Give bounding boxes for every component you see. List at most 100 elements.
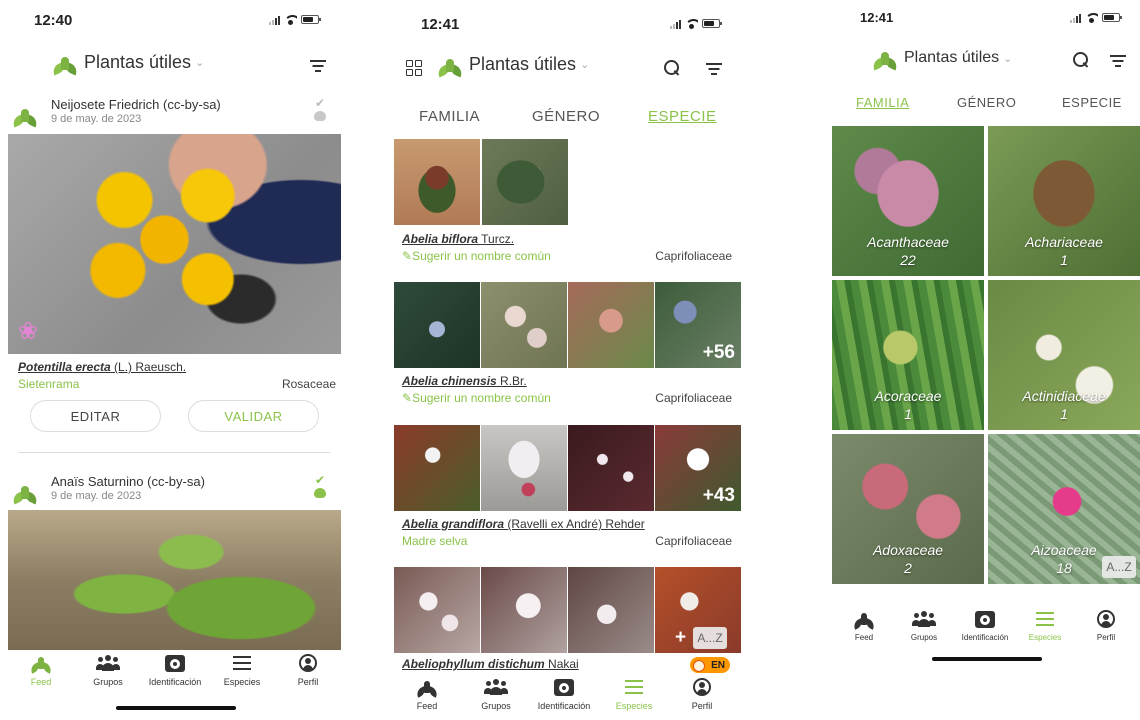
family-tile[interactable]: Acoraceae 1 <box>832 280 984 430</box>
family-count: 1 <box>904 406 912 422</box>
nav-species[interactable]: Especies <box>1010 608 1080 642</box>
nav-label: Perfil <box>691 701 713 711</box>
app-title: Plantas útiles <box>84 52 192 72</box>
species-family: Caprifoliaceae <box>655 249 732 263</box>
validate-button[interactable]: VALIDAR <box>188 400 319 432</box>
tab-familia[interactable]: FAMILIA <box>419 108 480 125</box>
suggest-common-name-link[interactable]: ✎Sugerir un nombre común <box>402 249 551 263</box>
species-thumbnail[interactable] <box>394 425 480 511</box>
nav-groups[interactable]: Grupos <box>73 652 143 687</box>
nav-profile[interactable]: Perfil <box>1071 608 1140 642</box>
species-thumbnail[interactable] <box>568 282 654 368</box>
tab-genero[interactable]: GÉNERO <box>532 108 600 125</box>
nav-groups[interactable]: Grupos <box>461 676 531 711</box>
search-icon[interactable] <box>664 60 680 76</box>
home-indicator <box>116 706 236 710</box>
family-tile[interactable]: Aizoaceae 18 A...Z <box>988 434 1140 584</box>
species-thumbnail[interactable] <box>394 139 480 225</box>
nav-profile[interactable]: Perfil <box>273 652 343 687</box>
nav-species[interactable]: Especies <box>599 676 669 711</box>
nav-identification[interactable]: Identificación <box>529 676 599 711</box>
species-thumbnail[interactable] <box>394 567 480 653</box>
post-author[interactable]: Anaïs Saturnino (cc-by-sa) <box>51 474 205 489</box>
app-title-dropdown[interactable]: Plantas útiles ⌄ <box>435 54 590 78</box>
status-time: 12:41 <box>860 10 894 25</box>
species-thumbnail[interactable] <box>481 567 567 653</box>
post-scientific-name[interactable]: Potentilla erecta (L.) Raeusch. <box>18 360 186 374</box>
post-author[interactable]: Neijosete Friedrich (cc-by-sa) <box>51 97 221 112</box>
species-thumbnail[interactable] <box>481 425 567 511</box>
species-thumbnail[interactable] <box>568 425 654 511</box>
edit-button[interactable]: EDITAR <box>30 400 161 432</box>
battery-icon <box>1102 13 1122 22</box>
app-title: Plantas útiles <box>904 49 1000 66</box>
filter-icon[interactable] <box>1110 55 1126 67</box>
bottom-nav: Feed Grupos Identificación Especies Perf… <box>826 608 1140 654</box>
wifi-icon <box>1085 12 1098 23</box>
family-tile[interactable]: Achariaceae 1 <box>988 126 1140 276</box>
nav-profile[interactable]: Perfil <box>667 676 737 711</box>
families-screen: 12:41 Plantas útiles ⌄ FAMILIA GÉNERO ES… <box>826 0 1140 720</box>
profile-icon <box>693 678 711 696</box>
nav-species[interactable]: Especies <box>207 652 277 687</box>
alphabet-index-button[interactable]: A...Z <box>1102 556 1136 578</box>
nav-label: Perfil <box>1096 633 1116 642</box>
groups-icon <box>484 679 508 695</box>
more-photos-count: + <box>675 627 687 648</box>
search-icon[interactable] <box>1073 52 1089 68</box>
feed-icon <box>28 654 54 674</box>
species-name[interactable]: Abeliophyllum distichum Nakai <box>402 657 579 671</box>
grid-view-icon[interactable] <box>406 60 422 76</box>
filter-icon[interactable] <box>706 63 722 75</box>
species-name[interactable]: Abelia grandiflora (Ravelli ex André) Re… <box>402 517 645 531</box>
camera-icon <box>165 654 185 672</box>
camera-icon <box>975 610 995 628</box>
wifi-icon <box>284 14 297 25</box>
species-thumbnail[interactable]: +43 <box>655 425 741 511</box>
tab-especie[interactable]: ESPECIE <box>1062 95 1122 110</box>
app-bar: Plantas útiles ⌄ <box>826 48 1140 78</box>
battery-icon <box>702 19 722 28</box>
suggest-common-name-link[interactable]: ✎Sugerir un nombre común <box>402 391 551 405</box>
bottom-nav: Feed Grupos Identificación Especies Perf… <box>0 652 350 698</box>
species-name[interactable]: Abelia biflora Turcz. <box>402 232 514 246</box>
family-name: Acoraceae <box>874 388 942 404</box>
post-photo[interactable] <box>8 510 341 650</box>
species-thumbnail[interactable]: +56 <box>655 282 741 368</box>
post-common-name: Sietenrama <box>18 377 80 391</box>
app-title-dropdown[interactable]: Plantas útiles ⌄ <box>870 48 1012 71</box>
nav-label: Especies <box>615 701 653 711</box>
chevron-down-icon: ⌄ <box>580 59 590 71</box>
family-tile[interactable]: Adoxaceae 2 <box>832 434 984 584</box>
post-divider <box>18 452 330 453</box>
status-icons <box>1070 12 1122 23</box>
species-thumbnail[interactable] <box>394 282 480 368</box>
alphabet-index-button[interactable]: A...Z <box>693 627 727 649</box>
species-name[interactable]: Abelia chinensis R.Br. <box>402 374 527 388</box>
app-title-dropdown[interactable]: Plantas útiles ⌄ <box>50 52 204 76</box>
tab-familia[interactable]: FAMILIA <box>856 95 909 110</box>
nav-identification[interactable]: Identificación <box>140 652 210 687</box>
home-indicator <box>932 657 1042 661</box>
tab-genero[interactable]: GÉNERO <box>957 95 1016 110</box>
nav-label: Especies <box>223 677 261 687</box>
family-tile[interactable]: Acanthaceae 22 <box>832 126 984 276</box>
family-name: Adoxaceae <box>872 542 944 558</box>
post-header: Anaïs Saturnino (cc-by-sa) 9 de may. de … <box>0 474 350 510</box>
nav-feed[interactable]: Feed <box>392 676 462 711</box>
groups-icon <box>96 655 120 671</box>
species-thumbnail[interactable] <box>481 282 567 368</box>
nav-groups[interactable]: Grupos <box>889 608 959 642</box>
status-bar: 12:41 <box>385 10 750 34</box>
filter-icon[interactable] <box>310 60 326 72</box>
post-photo[interactable]: ❀ <box>8 134 341 354</box>
nav-feed[interactable]: Feed <box>6 652 76 687</box>
nav-label: Especies <box>1028 633 1062 642</box>
leaf-logo-icon <box>870 48 900 71</box>
species-thumbnail[interactable] <box>568 567 654 653</box>
species-thumbnail[interactable] <box>482 139 568 225</box>
tab-especie[interactable]: ESPECIE <box>648 108 717 125</box>
nav-label: Grupos <box>910 633 938 642</box>
family-tile[interactable]: Actinidiaceae 1 <box>988 280 1140 430</box>
bottom-nav: Feed Grupos Identificación Especies Perf… <box>385 676 750 720</box>
